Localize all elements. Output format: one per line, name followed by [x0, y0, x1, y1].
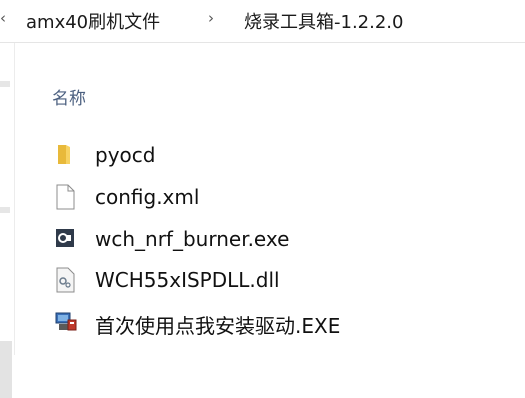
list-item-config-xml[interactable]: config.xml: [48, 177, 518, 217]
file-name: WCH55xISPDLL.dll: [95, 268, 280, 292]
file-name: wch_nrf_burner.exe: [95, 227, 290, 251]
breadcrumb-separator-icon[interactable]: ›: [208, 9, 214, 27]
nav-pane-marker: [0, 207, 10, 213]
breadcrumb-overflow-icon[interactable]: ‹: [0, 9, 6, 27]
list-item-pyocd[interactable]: pyocd: [48, 135, 518, 175]
dll-icon: [54, 267, 76, 293]
folder-icon: [54, 142, 76, 166]
installer-icon: [54, 309, 77, 333]
document-icon: [54, 184, 76, 210]
file-name: config.xml: [95, 185, 200, 209]
column-header-name[interactable]: 名称: [52, 84, 86, 109]
nav-pane-marker: [0, 81, 10, 87]
app-icon: [54, 226, 76, 250]
list-item-wch-nrf-burner[interactable]: wch_nrf_burner.exe: [48, 219, 518, 259]
breadcrumb-item-current[interactable]: 烧录工具箱-1.2.2.0: [244, 8, 403, 34]
breadcrumb-item-amx40[interactable]: amx40刷机文件: [26, 8, 160, 34]
list-item-installer[interactable]: 首次使用点我安装驱动.EXE: [48, 302, 518, 342]
address-bar[interactable]: ‹ amx40刷机文件 › 烧录工具箱-1.2.2.0: [0, 0, 525, 43]
nav-pane-scrollbar[interactable]: [0, 341, 12, 398]
navigation-pane[interactable]: [0, 43, 15, 398]
file-name: 首次使用点我安装驱动.EXE: [95, 314, 341, 338]
file-name: pyocd: [95, 143, 156, 167]
list-item-wch55xispdll[interactable]: WCH55xISPDLL.dll: [48, 260, 518, 300]
